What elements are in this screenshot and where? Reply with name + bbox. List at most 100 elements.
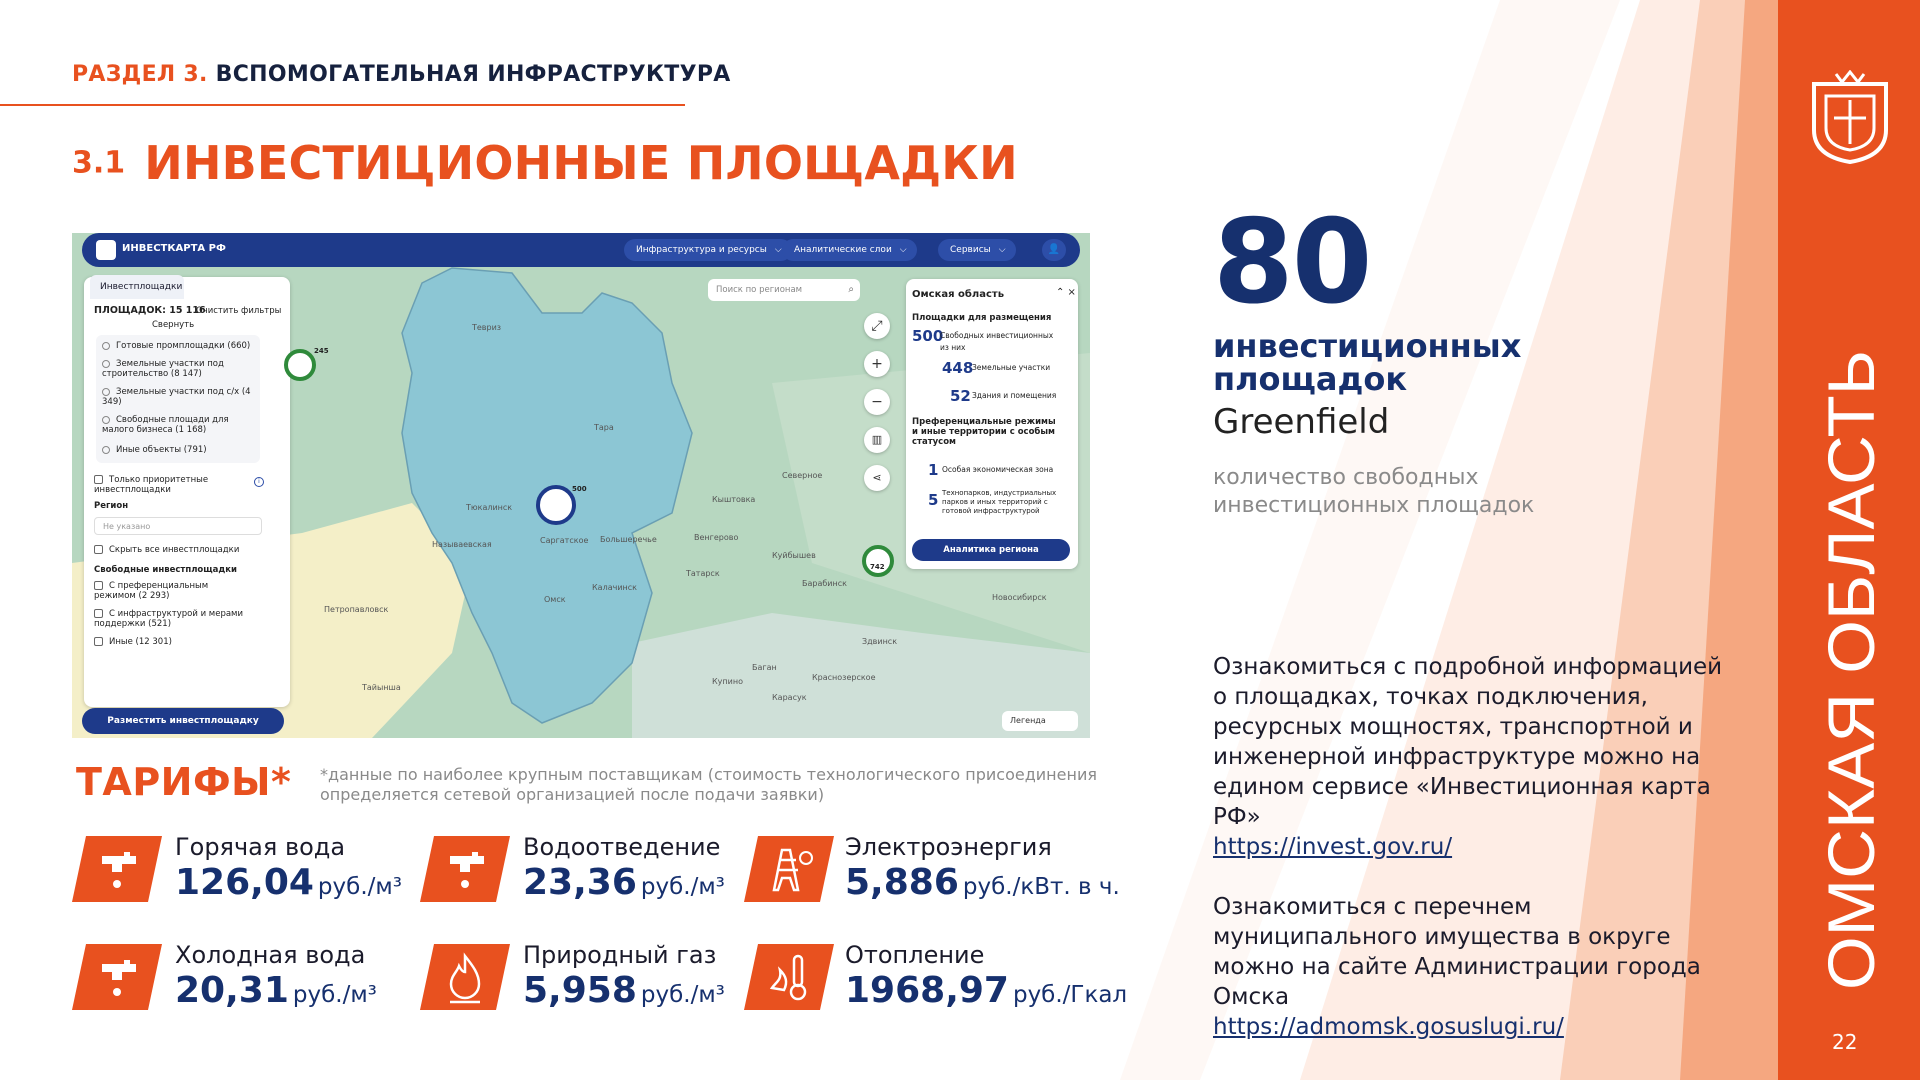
- city-label: Тайынша: [362, 683, 401, 692]
- filter-type-construction[interactable]: Земельные участки под строительство (8 1…: [102, 359, 252, 379]
- info-text: Ознакомиться с перечнем муниципального и…: [1213, 894, 1701, 1010]
- stat-subtitle: Greenfield: [1213, 402, 1390, 442]
- plot-type-filters: Готовые промплощадки (660) Земельные уча…: [96, 335, 260, 463]
- layers-icon[interactable]: ▥: [864, 427, 890, 453]
- stat-label: инвестиционных площадок: [1213, 330, 1521, 396]
- land-text: Земельные участки: [972, 363, 1051, 372]
- free-pref-checkbox[interactable]: С преференциальным режимом (2 293): [94, 581, 244, 601]
- page-title: 3.1 ИНВЕСТИЦИОННЫЕ ПЛОЩАДКИ: [72, 136, 1018, 190]
- free-infra-checkbox[interactable]: С инфраструктурой и мерами поддержки (52…: [94, 609, 244, 629]
- investment-map-screenshot: ИНВЕСТКАРТА РФ Инфраструктура и ресурсы ⌵…: [72, 233, 1090, 738]
- filter-type-small-business[interactable]: Свободные площади для малого бизнеса (1 …: [102, 415, 252, 435]
- tariff-name: Водоотведение: [523, 833, 721, 861]
- filter-type-other[interactable]: Иные объекты (791): [102, 445, 207, 455]
- stat-desc-line2: инвестиционных площадок: [1213, 493, 1535, 518]
- tariff-value: 5,958 руб./м³: [523, 970, 725, 1011]
- zoom-out-icon[interactable]: −: [864, 389, 890, 415]
- tariff-name: Отопление: [845, 941, 985, 969]
- cold-water-tap-icon: [72, 944, 162, 1010]
- tariff-value: 5,886 руб./кВт. в ч.: [845, 862, 1120, 903]
- brand-vertical-text: ОМСКАЯ ОБЛАСТЬ: [1814, 350, 1888, 990]
- map-cluster-marker[interactable]: [284, 349, 316, 381]
- tariffs-note: *данные по наиболее крупным поставщикам …: [320, 765, 1097, 804]
- svg-text:ОМСКАЯ ОБЛАСТЬ: ОМСКАЯ ОБЛАСТЬ: [1814, 350, 1888, 990]
- city-label: Баган: [752, 663, 777, 672]
- sez-text[interactable]: Особая экономическая зона: [942, 465, 1053, 474]
- city-label: Омск: [544, 595, 566, 604]
- nav-infrastructure[interactable]: Инфраструктура и ресурсы ⌵: [624, 239, 792, 261]
- clear-filters-link[interactable]: Очистить фильтры: [196, 306, 281, 316]
- priority-checkbox[interactable]: Только приоритетные инвестплощадки: [94, 475, 244, 495]
- tariff-value: 23,36 руб./м³: [523, 862, 725, 903]
- stat-desc-line1: количество свободных: [1213, 465, 1479, 490]
- free-count: 500: [912, 327, 944, 345]
- gas-flame-icon: [420, 944, 510, 1010]
- region-info-panel: Омская область ⌃ × Площадки для размещен…: [906, 279, 1078, 569]
- city-label: Куйбышев: [772, 551, 816, 560]
- page-title-number: 3.1: [72, 145, 126, 181]
- power-tower-icon: [744, 836, 834, 902]
- region-select[interactable]: Не указано: [94, 517, 262, 535]
- tab-investplots[interactable]: Инвестплощадки: [90, 275, 184, 299]
- tariff-name: Электроэнергия: [845, 833, 1052, 861]
- cluster-count: 500: [572, 485, 587, 493]
- tariff-value: 1968,97 руб./Гкал: [845, 970, 1128, 1011]
- page-title-text: ИНВЕСТИЦИОННЫЕ ПЛОЩАДКИ: [144, 136, 1018, 190]
- info-paragraph-admin: Ознакомиться с перечнем муниципального и…: [1213, 892, 1733, 1042]
- city-label: Барабинск: [802, 579, 847, 588]
- nav-services[interactable]: Сервисы ⌵: [938, 239, 1016, 261]
- chevron-down-icon: ⌵: [998, 245, 1006, 255]
- pref-label: Преференциальные режимы и иные территори…: [912, 417, 1056, 447]
- page-number: 22: [1832, 1030, 1858, 1054]
- region-name: Омская область: [912, 289, 1005, 300]
- tariffs-title: ТАРИФЫ*: [76, 760, 292, 804]
- admomsk-link[interactable]: https://admomsk.gosuslugi.ru/: [1213, 1014, 1564, 1040]
- collapse-link[interactable]: Свернуть: [152, 320, 194, 330]
- hide-all-checkbox[interactable]: Скрыть все инвестплощадки: [94, 545, 239, 555]
- city-label: Краснозерское: [812, 673, 876, 682]
- filter-type-ready[interactable]: Готовые промплощадки (660): [102, 341, 250, 351]
- free-other-checkbox[interactable]: Иные (12 301): [94, 637, 172, 647]
- tech-text[interactable]: Технопарков, индустриальных парков и ины…: [942, 489, 1062, 516]
- bld-text: Здания и помещения: [972, 391, 1057, 400]
- cluster-count: 245: [314, 347, 329, 355]
- info-text: Ознакомиться с подробной информацией о п…: [1213, 654, 1723, 830]
- info-icon[interactable]: i: [254, 477, 264, 487]
- stat-label-line1: инвестиционных: [1213, 327, 1522, 365]
- city-label: Карасук: [772, 693, 807, 702]
- city-label: Тара: [594, 423, 614, 432]
- heating-thermometer-icon: [744, 944, 834, 1010]
- zoom-in-icon[interactable]: +: [864, 351, 890, 377]
- tariff-name: Холодная вода: [175, 941, 366, 969]
- city-label: Северное: [782, 471, 823, 480]
- tech-count: 5: [928, 491, 939, 509]
- section-label: РАЗДЕЛ 3. ВСПОМОГАТЕЛЬНАЯ ИНФРАСТРУКТУРА: [72, 62, 731, 87]
- map-cluster-marker[interactable]: [862, 545, 894, 577]
- city-label: Татарск: [686, 569, 720, 578]
- legend-button[interactable]: Легенда: [1002, 711, 1078, 731]
- tariff-value: 126,04 руб./м³: [175, 862, 402, 903]
- invest-gov-link[interactable]: https://invest.gov.ru/: [1213, 834, 1452, 860]
- filter-type-agri[interactable]: Земельные участки под с/х (4 349): [102, 387, 252, 407]
- region-search-input[interactable]: Поиск по регионам ⌕: [708, 279, 860, 301]
- share-icon[interactable]: ⋖: [864, 465, 890, 491]
- investmap-logo-icon: [96, 240, 116, 260]
- bld-count: 52: [950, 387, 971, 405]
- region-label: Регион: [94, 501, 129, 511]
- map-cluster-marker[interactable]: [536, 485, 576, 525]
- city-label: Петропавловск: [324, 605, 389, 614]
- investmap-logo-text: ИНВЕСТКАРТА РФ: [122, 243, 226, 254]
- region-analytics-button[interactable]: Аналитика региона: [912, 539, 1070, 561]
- city-label: Тевриз: [472, 323, 502, 332]
- nav-analytics[interactable]: Аналитические слои ⌵: [782, 239, 917, 261]
- user-icon[interactable]: 👤: [1042, 239, 1066, 261]
- city-label: Венгерово: [694, 533, 739, 542]
- section-title: ВСПОМОГАТЕЛЬНАЯ ИНФРАСТРУКТУРА: [215, 62, 731, 87]
- search-icon: ⌕: [848, 284, 854, 295]
- stat-description: количество свободных инвестиционных площ…: [1213, 464, 1534, 520]
- place-plot-button[interactable]: Разместить инвестплощадку: [82, 708, 284, 734]
- chevron-down-icon: ⌵: [899, 245, 907, 255]
- fullscreen-icon[interactable]: ⤢: [864, 313, 890, 339]
- city-label: Кыштовка: [712, 495, 756, 504]
- close-icon[interactable]: ⌃ ×: [1056, 287, 1076, 298]
